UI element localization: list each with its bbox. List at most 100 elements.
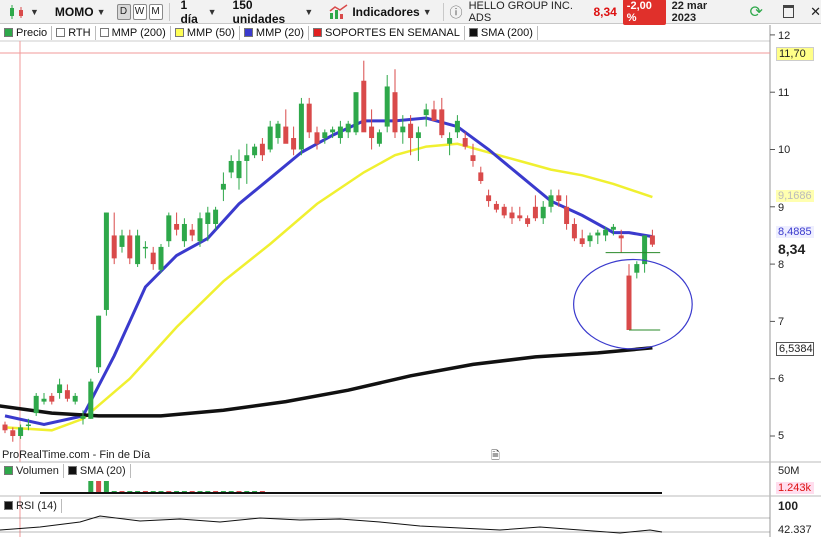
legend-volume-sma[interactable]: SMA (20): [64, 463, 131, 478]
legend-mmp20[interactable]: MMP (20): [240, 25, 309, 40]
window-icon[interactable]: [782, 5, 795, 18]
candle-body: [2, 424, 8, 431]
candle-body: [642, 235, 648, 265]
candle-body: [41, 398, 47, 402]
axis-tick: 12: [778, 30, 791, 42]
volume-bar: [181, 491, 187, 494]
legend-volume[interactable]: Volumen: [0, 463, 64, 478]
rsi-value-label: 42.337: [778, 524, 812, 536]
candle-body: [88, 381, 94, 419]
period-weekly[interactable]: W: [132, 3, 147, 20]
chart-type-button[interactable]: ▼: [2, 2, 44, 22]
candle-body: [49, 395, 55, 402]
swatch-icon: [243, 28, 253, 37]
legend-mmp200[interactable]: MMP (200): [96, 25, 171, 40]
volume-bar: [88, 481, 94, 494]
sma200-line: [0, 346, 653, 418]
toolbar: ▼ MOMO ▼ D W M 1 día ▼ 150 unidades ▼ Indic…: [0, 0, 821, 26]
candle-body: [447, 138, 453, 144]
legend-label: RSI (14): [16, 499, 57, 512]
candle-body: [64, 390, 70, 399]
candle-body: [517, 215, 523, 219]
legend-label: SOPORTES EN SEMANAL: [325, 26, 460, 39]
volume-bar: [252, 491, 258, 494]
ticker-selector[interactable]: MOMO ▼: [50, 2, 111, 22]
indicators-icon: [329, 3, 348, 19]
swatch-icon: [4, 501, 13, 510]
candle-body: [400, 126, 406, 133]
candle-body: [423, 109, 429, 116]
volume-bar: [119, 491, 125, 494]
volume-bar: [166, 491, 172, 494]
swatch-icon: [4, 466, 13, 475]
volume-bar: [205, 491, 211, 494]
volume-bar: [213, 491, 219, 494]
chevron-down-icon: ▼: [30, 6, 39, 17]
candle-body: [392, 92, 398, 133]
candle-body: [314, 132, 320, 144]
period-daily[interactable]: D: [116, 3, 131, 20]
volume-bar: [236, 491, 242, 494]
volume-bar: [142, 491, 148, 494]
candle-body: [96, 315, 102, 368]
legend-mmp50[interactable]: MMP (50): [171, 25, 240, 40]
legend-sma200[interactable]: SMA (200): [465, 25, 538, 40]
candle-body: [259, 143, 265, 156]
candle-body: [213, 209, 219, 224]
legend-soportes[interactable]: SOPORTES EN SEMANAL: [309, 25, 465, 40]
last-price-label: 8,34: [776, 241, 814, 257]
volume-bar: [158, 491, 164, 494]
legend-label: Precio: [16, 26, 48, 39]
candle-body: [571, 223, 577, 239]
candle-body: [564, 206, 570, 224]
legend-label: MMP (50): [186, 26, 235, 39]
document-icon[interactable]: 🗎: [491, 447, 500, 466]
indicators-label: Indicadores: [352, 4, 420, 19]
sma200-value-label: 6,5384: [776, 342, 814, 356]
candle-body: [244, 155, 250, 161]
chevron-down-icon: ▼: [207, 6, 217, 17]
mmp50-line: [4, 142, 653, 432]
candle-body: [236, 160, 242, 179]
candle-body: [111, 235, 117, 259]
candle-body: [103, 212, 109, 310]
legend-label: RTH: [68, 26, 91, 39]
period-monthly[interactable]: M: [148, 3, 163, 20]
axis-tick: 11: [778, 87, 790, 99]
candle-body: [610, 226, 616, 230]
swatch-icon: [56, 28, 66, 37]
legend-price[interactable]: Precio: [0, 25, 53, 40]
interval-selector[interactable]: 1 día ▼: [175, 0, 221, 26]
candle-body: [525, 218, 531, 224]
close-icon[interactable]: ✕: [810, 4, 821, 20]
toolbar-divider: [442, 2, 444, 21]
candle-body: [142, 246, 148, 249]
candlestick-icon: [10, 4, 23, 19]
rsi-axis-top: 100: [778, 499, 799, 513]
candle-body: [376, 132, 382, 144]
legend-rsi[interactable]: RSI (14): [0, 498, 62, 513]
volume-bar: [197, 491, 203, 494]
candle-body: [10, 430, 16, 436]
candle-body: [618, 235, 624, 239]
volume-bar: [96, 481, 102, 494]
interval-label: 1 día: [180, 0, 198, 26]
refresh-icon[interactable]: ⟳: [750, 2, 763, 22]
volume-bar: [135, 491, 141, 494]
chevron-down-icon: ▼: [422, 6, 432, 17]
axis-tick: 6: [778, 373, 785, 385]
legend-rth[interactable]: RTH: [52, 25, 96, 40]
candle-body: [127, 235, 133, 259]
units-selector[interactable]: 150 unidades ▼: [228, 0, 319, 26]
candle-body: [431, 109, 437, 121]
candle-body: [501, 206, 507, 216]
info-icon[interactable]: ⓘ: [450, 2, 463, 21]
candle-body: [189, 229, 195, 236]
indicators-button[interactable]: Indicadores ▼: [324, 2, 436, 22]
candle-body: [486, 195, 492, 202]
volume-bar: [228, 491, 234, 494]
candle-body: [197, 218, 203, 242]
candle-body: [18, 427, 24, 436]
legend-label: MMP (20): [255, 26, 304, 39]
volume-bar: [220, 491, 226, 494]
